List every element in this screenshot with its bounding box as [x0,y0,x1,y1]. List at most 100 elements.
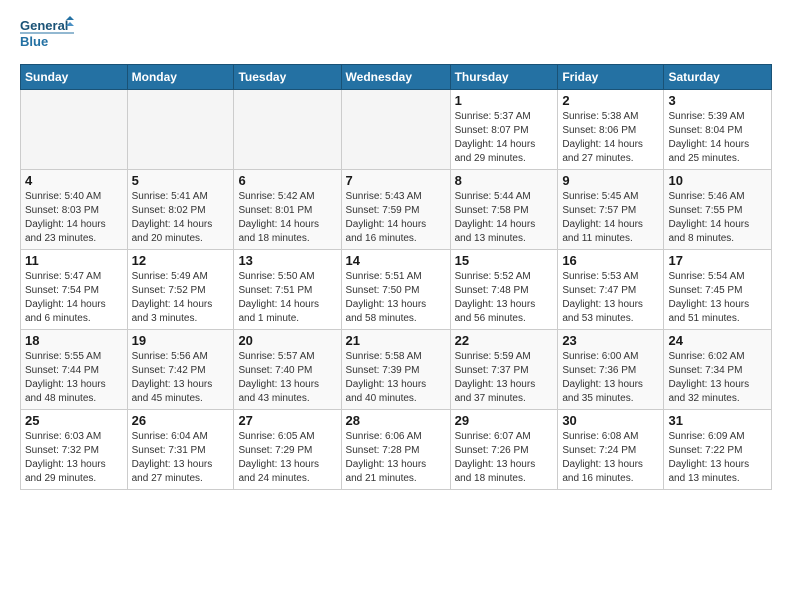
day-cell: 18 Sunrise: 5:55 AM Sunset: 7:44 PM Dayli… [21,330,128,410]
day-number: 10 [668,173,767,188]
day-detail: Sunrise: 5:55 AM Sunset: 7:44 PM Dayligh… [25,350,123,406]
day-detail: Sunrise: 5:44 AM Sunset: 7:58 PM Dayligh… [455,190,554,246]
weekday-sunday: Sunday [21,65,128,90]
day-detail: Sunrise: 5:49 AM Sunset: 7:52 PM Dayligh… [132,270,230,326]
day-detail: Sunrise: 5:47 AM Sunset: 7:54 PM Dayligh… [25,270,123,326]
day-cell: 3 Sunrise: 5:39 AM Sunset: 8:04 PM Daylig… [664,90,772,170]
weekday-tuesday: Tuesday [234,65,341,90]
day-detail: Sunrise: 5:59 AM Sunset: 7:37 PM Dayligh… [455,350,554,406]
day-detail: Sunrise: 5:38 AM Sunset: 8:06 PM Dayligh… [562,110,659,166]
day-cell [341,90,450,170]
day-number: 6 [238,173,336,188]
day-detail: Sunrise: 5:37 AM Sunset: 8:07 PM Dayligh… [455,110,554,166]
day-number: 16 [562,253,659,268]
day-cell [21,90,128,170]
day-cell: 10 Sunrise: 5:46 AM Sunset: 7:55 PM Dayli… [664,170,772,250]
week-row-1: 1Sunrise: 5:37 AM Sunset: 8:07 PM Daylig… [21,90,772,170]
day-cell: 6 Sunrise: 5:42 AM Sunset: 8:01 PM Daylig… [234,170,341,250]
day-detail: Sunrise: 5:57 AM Sunset: 7:40 PM Dayligh… [238,350,336,406]
day-number: 8 [455,173,554,188]
day-cell [127,90,234,170]
weekday-saturday: Saturday [664,65,772,90]
day-cell: 2 Sunrise: 5:38 AM Sunset: 8:06 PM Daylig… [558,90,664,170]
day-number: 31 [668,413,767,428]
day-number: 17 [668,253,767,268]
day-number: 21 [346,333,446,348]
logo: General Blue [20,16,80,54]
day-detail: Sunrise: 6:06 AM Sunset: 7:28 PM Dayligh… [346,430,446,486]
weekday-friday: Friday [558,65,664,90]
day-number: 23 [562,333,659,348]
day-cell: 1Sunrise: 5:37 AM Sunset: 8:07 PM Daylig… [450,90,558,170]
day-cell: 14Sunrise: 5:51 AM Sunset: 7:50 PM Dayli… [341,250,450,330]
day-number: 30 [562,413,659,428]
day-number: 11 [25,253,123,268]
day-cell: 20Sunrise: 5:57 AM Sunset: 7:40 PM Dayli… [234,330,341,410]
day-number: 19 [132,333,230,348]
day-cell: 17 Sunrise: 5:54 AM Sunset: 7:45 PM Dayli… [664,250,772,330]
week-row-2: 4 Sunrise: 5:40 AM Sunset: 8:03 PM Daylig… [21,170,772,250]
day-number: 28 [346,413,446,428]
day-detail: Sunrise: 5:52 AM Sunset: 7:48 PM Dayligh… [455,270,554,326]
day-detail: Sunrise: 5:45 AM Sunset: 7:57 PM Dayligh… [562,190,659,246]
weekday-thursday: Thursday [450,65,558,90]
day-detail: Sunrise: 5:40 AM Sunset: 8:03 PM Dayligh… [25,190,123,246]
day-detail: Sunrise: 5:50 AM Sunset: 7:51 PM Dayligh… [238,270,336,326]
day-cell: 27Sunrise: 6:05 AM Sunset: 7:29 PM Dayli… [234,410,341,490]
day-detail: Sunrise: 5:54 AM Sunset: 7:45 PM Dayligh… [668,270,767,326]
day-number: 3 [668,93,767,108]
day-cell: 24Sunrise: 6:02 AM Sunset: 7:34 PM Dayli… [664,330,772,410]
day-cell: 5 Sunrise: 5:41 AM Sunset: 8:02 PM Daylig… [127,170,234,250]
day-number: 2 [562,93,659,108]
day-cell: 8 Sunrise: 5:44 AM Sunset: 7:58 PM Daylig… [450,170,558,250]
svg-text:General: General [20,18,68,33]
day-detail: Sunrise: 6:09 AM Sunset: 7:22 PM Dayligh… [668,430,767,486]
day-number: 24 [668,333,767,348]
day-detail: Sunrise: 5:56 AM Sunset: 7:42 PM Dayligh… [132,350,230,406]
day-number: 25 [25,413,123,428]
week-row-4: 18 Sunrise: 5:55 AM Sunset: 7:44 PM Dayli… [21,330,772,410]
day-number: 12 [132,253,230,268]
day-detail: Sunrise: 6:08 AM Sunset: 7:24 PM Dayligh… [562,430,659,486]
day-detail: Sunrise: 6:00 AM Sunset: 7:36 PM Dayligh… [562,350,659,406]
day-number: 9 [562,173,659,188]
day-cell: 16Sunrise: 5:53 AM Sunset: 7:47 PM Dayli… [558,250,664,330]
day-detail: Sunrise: 5:39 AM Sunset: 8:04 PM Dayligh… [668,110,767,166]
day-detail: Sunrise: 5:43 AM Sunset: 7:59 PM Dayligh… [346,190,446,246]
day-cell: 7 Sunrise: 5:43 AM Sunset: 7:59 PM Daylig… [341,170,450,250]
day-number: 18 [25,333,123,348]
day-number: 15 [455,253,554,268]
day-detail: Sunrise: 5:41 AM Sunset: 8:02 PM Dayligh… [132,190,230,246]
day-cell: 29Sunrise: 6:07 AM Sunset: 7:26 PM Dayli… [450,410,558,490]
day-cell: 11 Sunrise: 5:47 AM Sunset: 7:54 PM Dayli… [21,250,128,330]
week-row-5: 25 Sunrise: 6:03 AM Sunset: 7:32 PM Dayli… [21,410,772,490]
calendar-table: SundayMondayTuesdayWednesdayThursdayFrid… [20,64,772,490]
day-cell: 22Sunrise: 5:59 AM Sunset: 7:37 PM Dayli… [450,330,558,410]
day-detail: Sunrise: 6:03 AM Sunset: 7:32 PM Dayligh… [25,430,123,486]
day-cell: 30 Sunrise: 6:08 AM Sunset: 7:24 PM Dayli… [558,410,664,490]
day-detail: Sunrise: 6:07 AM Sunset: 7:26 PM Dayligh… [455,430,554,486]
day-cell: 19 Sunrise: 5:56 AM Sunset: 7:42 PM Dayli… [127,330,234,410]
day-number: 7 [346,173,446,188]
day-cell: 26 Sunrise: 6:04 AM Sunset: 7:31 PM Dayli… [127,410,234,490]
day-cell: 25 Sunrise: 6:03 AM Sunset: 7:32 PM Dayli… [21,410,128,490]
day-cell: 13Sunrise: 5:50 AM Sunset: 7:51 PM Dayli… [234,250,341,330]
weekday-wednesday: Wednesday [341,65,450,90]
day-detail: Sunrise: 6:04 AM Sunset: 7:31 PM Dayligh… [132,430,230,486]
weekday-header-row: SundayMondayTuesdayWednesdayThursdayFrid… [21,65,772,90]
day-detail: Sunrise: 5:46 AM Sunset: 7:55 PM Dayligh… [668,190,767,246]
day-number: 26 [132,413,230,428]
day-number: 5 [132,173,230,188]
day-cell: 9 Sunrise: 5:45 AM Sunset: 7:57 PM Daylig… [558,170,664,250]
day-number: 14 [346,253,446,268]
day-cell: 21 Sunrise: 5:58 AM Sunset: 7:39 PM Dayli… [341,330,450,410]
day-cell: 28 Sunrise: 6:06 AM Sunset: 7:28 PM Dayli… [341,410,450,490]
day-cell: 15 Sunrise: 5:52 AM Sunset: 7:48 PM Dayli… [450,250,558,330]
day-cell: 4 Sunrise: 5:40 AM Sunset: 8:03 PM Daylig… [21,170,128,250]
day-cell: 23 Sunrise: 6:00 AM Sunset: 7:36 PM Dayli… [558,330,664,410]
day-detail: Sunrise: 5:58 AM Sunset: 7:39 PM Dayligh… [346,350,446,406]
day-number: 4 [25,173,123,188]
svg-text:Blue: Blue [20,34,48,49]
weekday-monday: Monday [127,65,234,90]
day-detail: Sunrise: 5:42 AM Sunset: 8:01 PM Dayligh… [238,190,336,246]
